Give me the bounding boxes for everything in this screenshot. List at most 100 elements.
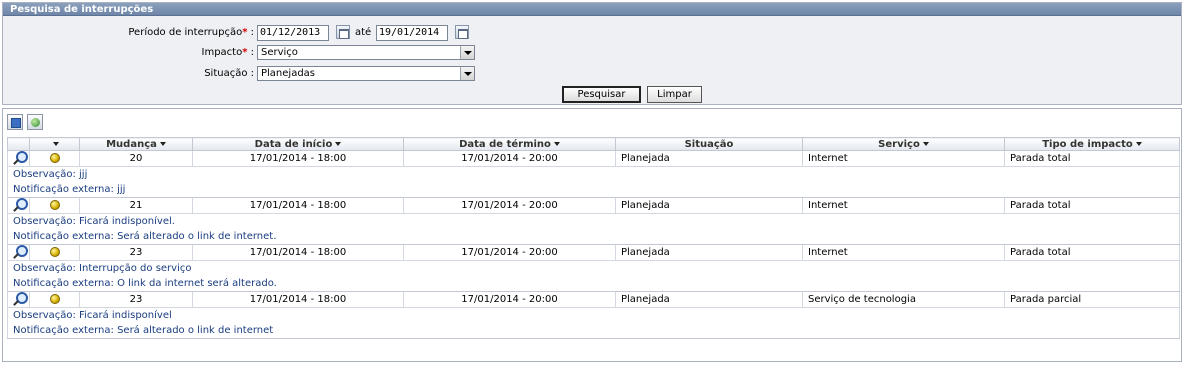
impact-label: Impacto: [201, 47, 243, 58]
export-icon[interactable]: [7, 114, 23, 130]
header-status[interactable]: [29, 137, 80, 151]
view-cell: [7, 291, 30, 308]
status-cell: [29, 197, 80, 214]
search-panel: Pesquisa de interrupções Período de inte…: [2, 2, 1182, 105]
sort-arrow-icon: [1135, 141, 1142, 146]
change-cell: 23: [79, 244, 193, 261]
period-row: Período de interrupção* : 01/12/2013 até…: [3, 24, 1183, 42]
table-row-notes: Observação: jjj Notificação externa: jjj: [7, 166, 1180, 198]
header-view: [7, 137, 30, 151]
end-cell: 17/01/2014 - 20:00: [403, 197, 616, 214]
observation-text: Observação: Ficará indisponível: [13, 310, 172, 321]
status-cell: [29, 244, 80, 261]
status-select[interactable]: Planejadas: [257, 66, 475, 81]
table-row-notes: Observação: Ficará indisponível. Notific…: [7, 213, 1180, 245]
sort-arrow-icon: [159, 141, 166, 146]
service-cell: Serviço de tecnologia: [802, 291, 1005, 308]
impact-type-cell: Parada total: [1004, 197, 1180, 214]
sort-arrow-icon: [922, 141, 929, 146]
observation-text: Observação: Interrupção do serviço: [13, 263, 192, 274]
sort-arrow-icon: [335, 141, 342, 146]
impact-colon: :: [247, 47, 254, 58]
search-button[interactable]: Pesquisar: [562, 86, 641, 103]
clear-button[interactable]: Limpar: [647, 86, 702, 103]
table-row-notes: Observação: Ficará indisponível Notifica…: [7, 307, 1180, 339]
notes-cell: Observação: Interrupção do serviço Notif…: [7, 260, 1180, 292]
table-row: 21 17/01/2014 - 18:00 17/01/2014 - 20:00…: [7, 197, 1180, 214]
situation-cell: Planejada: [615, 244, 803, 261]
observation-text: Observação: Ficará indisponível.: [13, 216, 175, 227]
panel-title: Pesquisa de interrupções: [3, 3, 1181, 16]
table-row: 23 17/01/2014 - 18:00 17/01/2014 - 20:00…: [7, 291, 1180, 308]
start-cell: 17/01/2014 - 18:00: [192, 244, 404, 261]
service-cell: Internet: [802, 197, 1005, 214]
notification-text: Notificação externa: Será alterado o lin…: [13, 325, 274, 336]
status-dot-icon: [49, 294, 60, 304]
situation-cell: Planejada: [615, 197, 803, 214]
status-cell: [29, 150, 80, 167]
notes-cell: Observação: Ficará indisponível. Notific…: [7, 213, 1180, 245]
impact-label-wrap: Impacto* :: [202, 47, 255, 58]
status-dot-icon: [49, 153, 60, 163]
period-label: Período de interrupção: [128, 27, 243, 38]
header-change[interactable]: Mudança: [79, 137, 193, 151]
end-cell: 17/01/2014 - 20:00: [403, 150, 616, 167]
magnifier-icon[interactable]: [13, 151, 28, 166]
start-cell: 17/01/2014 - 18:00: [192, 150, 404, 167]
situation-cell: Planejada: [615, 291, 803, 308]
table-row: 23 17/01/2014 - 18:00 17/01/2014 - 20:00…: [7, 244, 1180, 261]
end-calendar-icon[interactable]: [455, 25, 469, 39]
table-row: 20 17/01/2014 - 18:00 17/01/2014 - 20:00…: [7, 150, 1180, 167]
results-table: Mudança Data de início Data de término S…: [7, 137, 1180, 339]
period-label-wrap: Período de interrupção* :: [128, 27, 254, 38]
period-colon: :: [247, 27, 254, 38]
header-start[interactable]: Data de início: [192, 137, 404, 151]
situation-cell: Planejada: [615, 150, 803, 167]
change-cell: 20: [79, 150, 193, 167]
impact-type-cell: Parada parcial: [1004, 291, 1180, 308]
magnifier-icon[interactable]: [13, 198, 28, 213]
magnifier-icon[interactable]: [13, 292, 28, 307]
table-header-row: Mudança Data de início Data de término S…: [7, 137, 1180, 151]
notification-text: Notificação externa: Será alterado o lin…: [13, 231, 277, 242]
service-cell: Internet: [802, 244, 1005, 261]
notification-text: Notificação externa: O link da internet …: [13, 278, 277, 289]
sort-arrow-icon: [53, 141, 59, 146]
chevron-down-icon[interactable]: [460, 46, 474, 59]
until-label: até: [355, 27, 372, 38]
header-situation: Situação: [615, 137, 803, 151]
status-select-value: Planejadas: [261, 68, 316, 79]
view-cell: [7, 150, 30, 167]
impact-type-cell: Parada total: [1004, 150, 1180, 167]
status-dot-icon: [49, 247, 60, 257]
notes-cell: Observação: Ficará indisponível Notifica…: [7, 307, 1180, 339]
start-calendar-icon[interactable]: [336, 25, 350, 39]
status-cell: [29, 291, 80, 308]
sort-arrow-icon: [553, 141, 560, 146]
start-date-input[interactable]: 01/12/2013: [257, 25, 329, 41]
end-cell: 17/01/2014 - 20:00: [403, 244, 616, 261]
chevron-down-icon[interactable]: [460, 67, 474, 80]
header-end[interactable]: Data de término: [403, 137, 616, 151]
service-cell: Internet: [802, 150, 1005, 167]
status-dot-icon: [49, 200, 60, 210]
header-impact-type[interactable]: Tipo de impacto: [1004, 137, 1180, 151]
end-cell: 17/01/2014 - 20:00: [403, 291, 616, 308]
status-label: Situação :: [204, 68, 254, 79]
impact-row: Impacto* : Serviço: [3, 44, 1183, 62]
change-cell: 21: [79, 197, 193, 214]
view-cell: [7, 244, 30, 261]
impact-select[interactable]: Serviço: [257, 45, 475, 60]
notes-cell: Observação: jjj Notificação externa: jjj: [7, 166, 1180, 198]
notification-text: Notificação externa: jjj: [13, 184, 126, 195]
results-panel: Mudança Data de início Data de término S…: [2, 108, 1182, 362]
status-row: Situação : Planejadas: [3, 65, 1183, 83]
end-date-input[interactable]: 19/01/2014: [376, 25, 448, 41]
refresh-icon[interactable]: [27, 114, 43, 130]
impact-select-value: Serviço: [261, 47, 298, 58]
start-cell: 17/01/2014 - 18:00: [192, 291, 404, 308]
magnifier-icon[interactable]: [13, 245, 28, 260]
start-cell: 17/01/2014 - 18:00: [192, 197, 404, 214]
header-service[interactable]: Serviço: [802, 137, 1005, 151]
impact-type-cell: Parada total: [1004, 244, 1180, 261]
